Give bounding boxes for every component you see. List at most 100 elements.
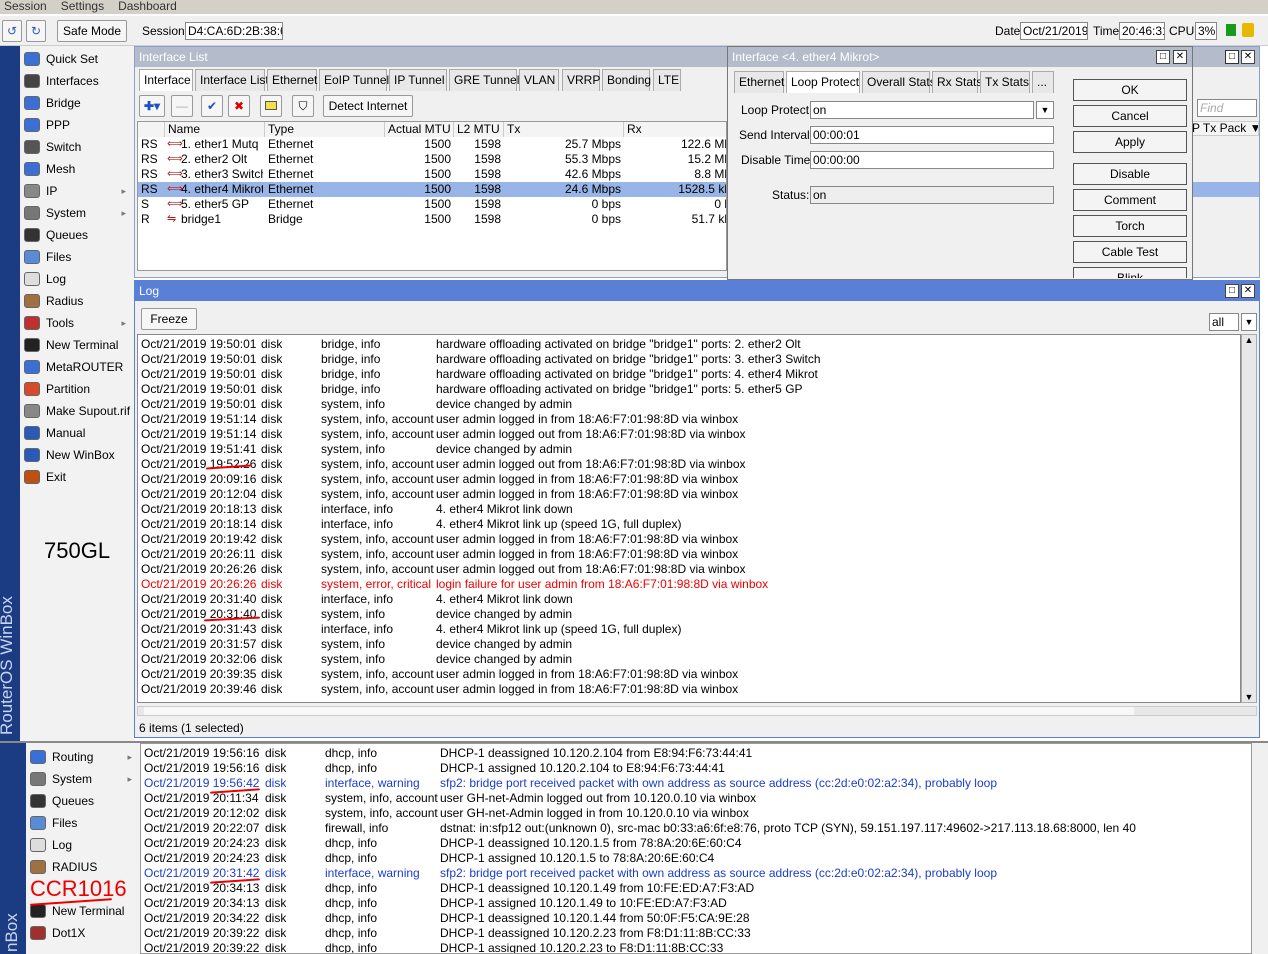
log-row[interactable]: Oct/21/2019 20:24:23 disk dhcp, info DHCP-1… [141, 851, 1251, 866]
sidebar-item-tools[interactable]: Tools ▸ [20, 312, 134, 334]
log-row[interactable]: Oct/21/2019 20:31:43 disk interface, info 4… [138, 622, 1240, 637]
log-maximize-icon[interactable]: □ [1225, 284, 1239, 298]
sidebar2-item-log[interactable]: Log [26, 834, 140, 856]
log-row[interactable]: Oct/21/2019 20:12:02 disk system, info, ac… [141, 806, 1251, 821]
sidebar2-item-radius[interactable]: RADIUS [26, 856, 140, 878]
dialog-maximize-icon[interactable]: □ [1156, 50, 1170, 64]
dialog-tab-loop-protect[interactable]: Loop Protect [786, 71, 860, 93]
log-row[interactable]: Oct/21/2019 20:32:06 disk system, info devi… [138, 652, 1240, 667]
tab-vlan[interactable]: VLAN [519, 69, 559, 91]
log-row[interactable]: Oct/21/2019 20:39:35 disk system, info, ac… [138, 667, 1240, 682]
cable-test-button[interactable]: Cable Test [1073, 241, 1187, 263]
tab-bonding[interactable]: Bonding [602, 69, 651, 91]
tab-eoip-tunnel[interactable]: EoIP Tunnel [319, 69, 389, 91]
log-row[interactable]: Oct/21/2019 20:22:07 disk firewall, info ds… [141, 821, 1251, 836]
log-row[interactable]: Oct/21/2019 19:51:14 disk system, info, ac… [138, 427, 1240, 442]
comment-iface-button[interactable]: Comment [1073, 189, 1187, 211]
log-row[interactable]: Oct/21/2019 20:18:14 disk interface, info 4… [138, 517, 1240, 532]
add-button[interactable]: ✚▾ [139, 95, 165, 117]
menu-settings[interactable]: Settings [61, 0, 104, 14]
freeze-button[interactable]: Freeze [141, 308, 197, 330]
log-row[interactable]: Oct/21/2019 19:50:01 disk bridge, info hard… [138, 382, 1240, 397]
actual-mtu-header[interactable]: Actual MTU [385, 122, 454, 137]
comment-button[interactable] [260, 95, 282, 117]
sidebar-item-new-winbox[interactable]: New WinBox [20, 444, 134, 466]
interface-row[interactable]: RS 3. ether3 Switch ⟺ Ethernet 1500 1598 42.6 … [138, 167, 726, 182]
interface-row[interactable]: Rbridge1 ⇋ Bridge 1500 1598 0 bps 51.7 kb [138, 212, 726, 227]
log-row[interactable]: Oct/21/2019 19:50:01 disk bridge, info hard… [138, 352, 1240, 367]
hscroll-thumb[interactable] [144, 707, 1134, 715]
sidebar-item-bridge[interactable]: Bridge [20, 92, 134, 114]
log-row[interactable]: Oct/21/2019 20:39:46 disk system, info, ac… [138, 682, 1240, 697]
ok-button[interactable]: OK [1073, 79, 1187, 101]
log-row[interactable]: Oct/21/2019 19:56:42 disk interface, warni… [141, 776, 1251, 791]
sidebar-item-new-terminal[interactable]: New Terminal [20, 334, 134, 356]
log-row[interactable]: Oct/21/2019 20:31:40 disk system, info devi… [138, 607, 1240, 622]
log-hscrollbar[interactable] [137, 706, 1257, 716]
log-row[interactable]: Oct/21/2019 19:52:26 disk system, info, ac… [138, 457, 1240, 472]
sidebar-item-partition[interactable]: Partition [20, 378, 134, 400]
log-row[interactable]: Oct/21/2019 20:31:40 disk interface, info 4… [138, 592, 1240, 607]
sidebar-item-mesh[interactable]: Mesh [20, 158, 134, 180]
dialog-tab-ethernet[interactable]: Ethernet [734, 71, 784, 93]
dialog-tab-tx-stats[interactable]: Tx Stats [980, 71, 1030, 93]
sidebar-item-ppp[interactable]: PPP [20, 114, 134, 136]
tab-lte[interactable]: LTE [653, 69, 681, 91]
tab-ethernet[interactable]: Ethernet [267, 69, 317, 91]
sidebar-item-queues[interactable]: Queues [20, 224, 134, 246]
sidebar-item-quick-set[interactable]: Quick Set [20, 48, 134, 70]
name-header[interactable]: Name [165, 122, 265, 137]
blink-button[interactable]: Blink [1073, 267, 1187, 278]
tx-header[interactable]: Tx [504, 122, 624, 137]
sidebar-item-log[interactable]: Log [20, 268, 134, 290]
maximize-icon[interactable]: □ [1225, 50, 1239, 64]
disable-iface-button[interactable]: Disable [1073, 163, 1187, 185]
sidebar-item-switch[interactable]: Switch [20, 136, 134, 158]
sidebar2-item-files[interactable]: Files [26, 812, 140, 834]
disable-button[interactable]: ✖ [228, 95, 250, 117]
log-filter-select[interactable]: all [1209, 313, 1239, 331]
filter-button[interactable]: ⛉ [292, 95, 314, 117]
enable-button[interactable]: ✔ [201, 95, 223, 117]
sidebar-item-ip[interactable]: IP ▸ [20, 180, 134, 202]
log-row[interactable]: Oct/21/2019 19:56:16 disk dhcp, info DHCP-1… [141, 761, 1251, 776]
log-row[interactable]: Oct/21/2019 20:31:57 disk system, info devi… [138, 637, 1240, 652]
undo-button[interactable]: ↺ [2, 20, 22, 42]
dialog-tab-rx-stats[interactable]: Rx Stats [932, 71, 982, 93]
interface-row[interactable]: RS 1. ether1 Mutq ⟺ Ethernet 1500 1598 25.7 Mb… [138, 137, 726, 152]
apply-button[interactable]: Apply [1073, 131, 1187, 153]
tab-gre-tunnel[interactable]: GRE Tunnel [449, 69, 519, 91]
loop-protect-select[interactable]: on [810, 101, 1034, 119]
log-row[interactable]: Oct/21/2019 20:24:23 disk dhcp, info DHCP-1… [141, 836, 1251, 851]
disable-time-field[interactable]: 00:00:00 [810, 151, 1054, 169]
l2-mtu-header[interactable]: L2 MTU [454, 122, 504, 137]
log-vscrollbar[interactable]: ▲ ▼ [1241, 334, 1257, 703]
log-row[interactable]: Oct/21/2019 20:31:42 disk interface, warni… [141, 866, 1251, 881]
dialog-tab-more[interactable]: ... [1032, 71, 1054, 93]
log-row[interactable]: Oct/21/2019 20:12:04 disk system, info, ac… [138, 487, 1240, 502]
dropdown-arrow-icon[interactable]: ▼ [1036, 101, 1054, 119]
tab-vrrp[interactable]: VRRP [562, 69, 600, 91]
tab-interface-list[interactable]: Interface List [195, 69, 269, 91]
log-row[interactable]: Oct/21/2019 20:09:16 disk system, info, ac… [138, 472, 1240, 487]
log-row[interactable]: Oct/21/2019 20:19:42 disk system, info, ac… [138, 532, 1240, 547]
sidebar-item-system[interactable]: System ▸ [20, 202, 134, 224]
flags-header[interactable] [138, 122, 165, 137]
log-close-icon[interactable]: ✕ [1241, 284, 1255, 298]
rx-header[interactable]: Rx [624, 122, 726, 137]
log-filter-arrow-icon[interactable]: ▼ [1241, 313, 1257, 331]
log-row[interactable]: Oct/21/2019 20:18:13 disk interface, info 4… [138, 502, 1240, 517]
log-row[interactable]: Oct/21/2019 20:34:13 disk dhcp, info DHCP-1… [141, 881, 1251, 896]
log-row[interactable]: Oct/21/2019 19:50:01 disk bridge, info hard… [138, 367, 1240, 382]
sidebar2-item-dot1x[interactable]: Dot1X [26, 922, 140, 944]
log-row[interactable]: Oct/21/2019 20:39:22 disk dhcp, info DHCP-1… [141, 941, 1251, 953]
close-icon[interactable]: ✕ [1241, 50, 1255, 64]
interface-row[interactable]: RS 4. ether4 Mikrot ⟺ Ethernet 1500 1598 24.6 … [138, 182, 726, 197]
log-row[interactable]: Oct/21/2019 19:56:16 disk dhcp, info DHCP-1… [141, 746, 1251, 761]
log-row[interactable]: Oct/21/2019 20:39:22 disk dhcp, info DHCP-1… [141, 926, 1251, 941]
sidebar-item-files[interactable]: Files [20, 246, 134, 268]
tab-interface[interactable]: Interface [139, 69, 193, 91]
session-field[interactable]: D4:CA:6D:2B:38:6B [185, 22, 283, 40]
interface-row[interactable]: RS 2. ether2 Olt ⟺ Ethernet 1500 1598 55.3 Mbp… [138, 152, 726, 167]
menu-dashboard[interactable]: Dashboard [118, 0, 177, 14]
